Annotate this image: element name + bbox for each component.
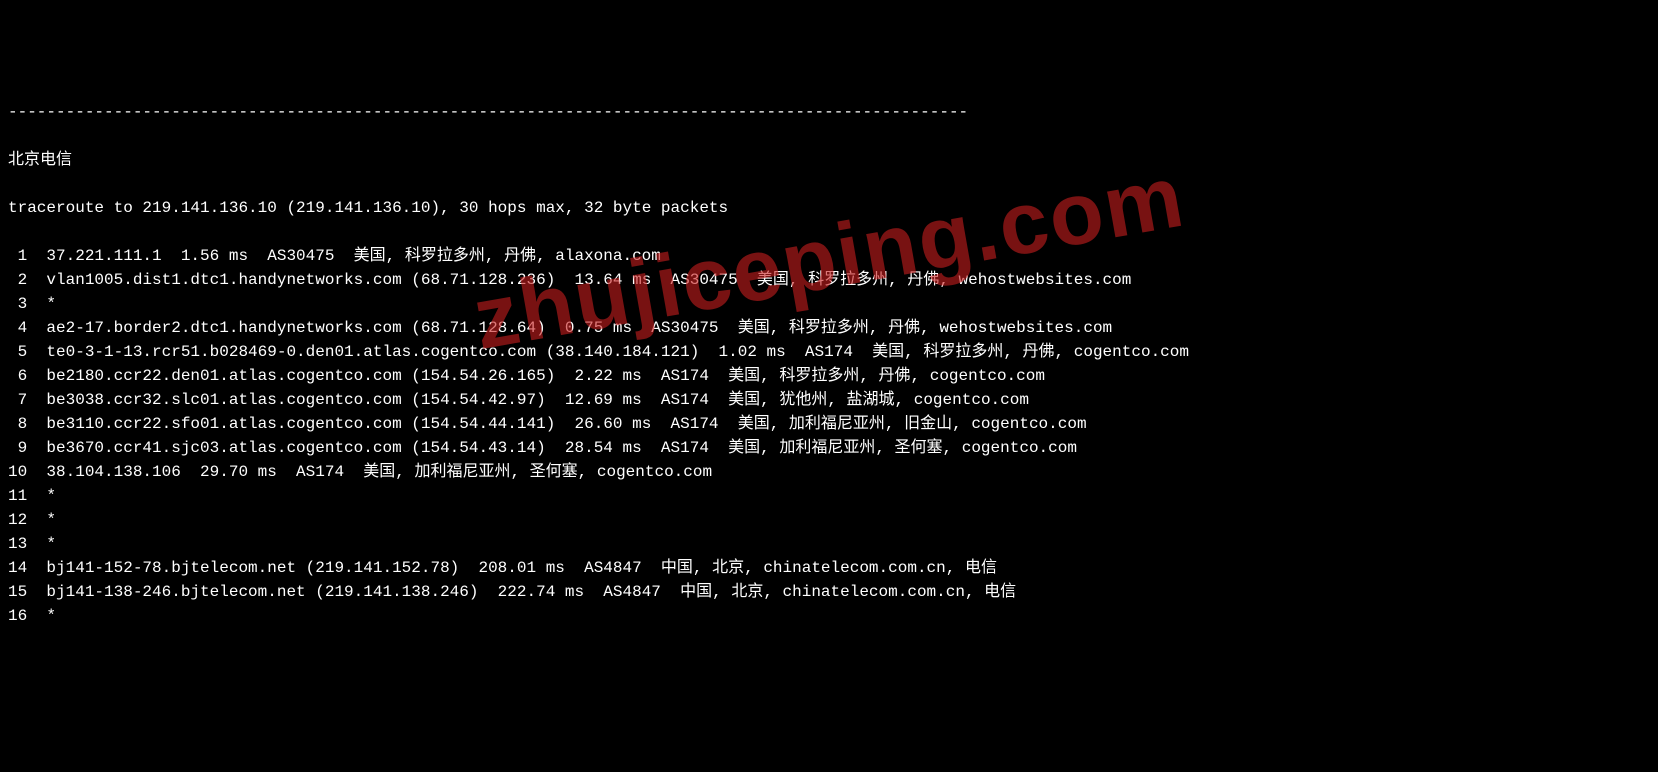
hop-number: 4 xyxy=(8,316,27,340)
hop-row: 12 * xyxy=(8,508,1650,532)
hop-row: 8 be3110.ccr22.sfo01.atlas.cogentco.com (… xyxy=(8,412,1650,436)
hop-row: 10 38.104.138.106 29.70 ms AS174 美国, 加利福尼… xyxy=(8,460,1650,484)
hop-text: te0-3-1-13.rcr51.b028469-0.den01.atlas.c… xyxy=(46,340,1189,364)
hop-number: 3 xyxy=(8,292,27,316)
hop-text: 37.221.111.1 1.56 ms AS30475 美国, 科罗拉多州, … xyxy=(46,244,660,268)
traceroute-header: traceroute to 219.141.136.10 (219.141.13… xyxy=(8,196,1650,220)
hop-number: 16 xyxy=(8,604,27,628)
hop-row: 15 bj141-138-246.bjtelecom.net (219.141.1… xyxy=(8,580,1650,604)
traceroute-title: 北京电信 xyxy=(8,148,1650,172)
hop-number: 7 xyxy=(8,388,27,412)
hop-number: 6 xyxy=(8,364,27,388)
hop-text: bj141-152-78.bjtelecom.net (219.141.152.… xyxy=(46,556,997,580)
hop-number: 2 xyxy=(8,268,27,292)
hop-number: 15 xyxy=(8,580,27,604)
hop-number: 9 xyxy=(8,436,27,460)
hop-row: 13 * xyxy=(8,532,1650,556)
hop-number: 12 xyxy=(8,508,27,532)
hop-row: 9 be3670.ccr41.sjc03.atlas.cogentco.com (… xyxy=(8,436,1650,460)
hop-row: 7 be3038.ccr32.slc01.atlas.cogentco.com (… xyxy=(8,388,1650,412)
hop-text: be3038.ccr32.slc01.atlas.cogentco.com (1… xyxy=(46,388,1029,412)
hop-text: ae2-17.border2.dtc1.handynetworks.com (6… xyxy=(46,316,1112,340)
hop-text: * xyxy=(46,604,56,628)
hop-text: be2180.ccr22.den01.atlas.cogentco.com (1… xyxy=(46,364,1045,388)
hop-text: be3110.ccr22.sfo01.atlas.cogentco.com (1… xyxy=(46,412,1086,436)
hop-number: 5 xyxy=(8,340,27,364)
hop-number: 1 xyxy=(8,244,27,268)
separator-line: ----------------------------------------… xyxy=(8,100,1650,124)
hop-text: * xyxy=(46,292,56,316)
hop-row: 16 * xyxy=(8,604,1650,628)
hop-row: 3* xyxy=(8,292,1650,316)
hop-text: * xyxy=(46,508,56,532)
hop-row: 14 bj141-152-78.bjtelecom.net (219.141.15… xyxy=(8,556,1650,580)
hop-row: 2 vlan1005.dist1.dtc1.handynetworks.com (… xyxy=(8,268,1650,292)
hop-number: 11 xyxy=(8,484,27,508)
hop-text: * xyxy=(46,532,56,556)
hop-text: be3670.ccr41.sjc03.atlas.cogentco.com (1… xyxy=(46,436,1077,460)
hop-text: bj141-138-246.bjtelecom.net (219.141.138… xyxy=(46,580,1016,604)
hop-row: 11 * xyxy=(8,484,1650,508)
hop-number: 13 xyxy=(8,532,27,556)
hop-number: 10 xyxy=(8,460,27,484)
hop-text: 38.104.138.106 29.70 ms AS174 美国, 加利福尼亚州… xyxy=(46,460,712,484)
hops-container: 1 37.221.111.1 1.56 ms AS30475 美国, 科罗拉多州,… xyxy=(8,244,1650,628)
hop-row: 4 ae2-17.border2.dtc1.handynetworks.com (… xyxy=(8,316,1650,340)
hop-number: 8 xyxy=(8,412,27,436)
hop-row: 1 37.221.111.1 1.56 ms AS30475 美国, 科罗拉多州,… xyxy=(8,244,1650,268)
hop-number: 14 xyxy=(8,556,27,580)
hop-text: * xyxy=(46,484,56,508)
hop-row: 5 te0-3-1-13.rcr51.b028469-0.den01.atlas.… xyxy=(8,340,1650,364)
hop-text: vlan1005.dist1.dtc1.handynetworks.com (6… xyxy=(46,268,1131,292)
hop-row: 6 be2180.ccr22.den01.atlas.cogentco.com (… xyxy=(8,364,1650,388)
